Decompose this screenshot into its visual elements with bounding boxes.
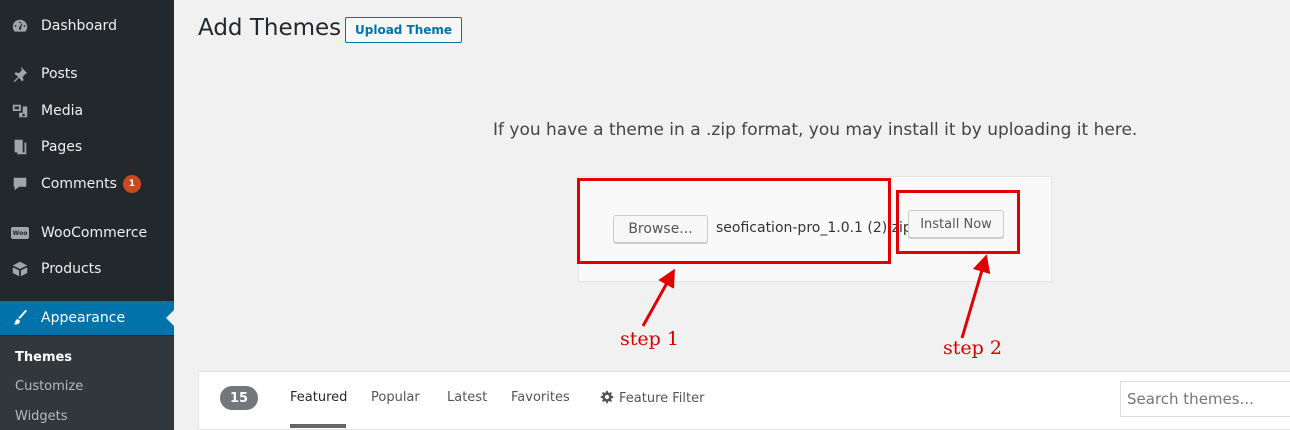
admin-sidebar: Dashboard Posts Media Pages Comments 1 W…	[0, 0, 174, 430]
current-tab-indicator	[290, 424, 346, 428]
upload-description: If you have a theme in a .zip format, yo…	[493, 120, 1138, 140]
tab-popular[interactable]: Popular	[371, 390, 420, 405]
dashboard-icon	[11, 17, 29, 35]
sidebar-item-label: WooCommerce	[41, 225, 148, 241]
media-icon	[11, 102, 29, 120]
sidebar-item-media[interactable]: Media	[0, 94, 174, 128]
paintbrush-icon	[11, 309, 29, 327]
step2-label: step 2	[943, 337, 1002, 359]
tab-favorites[interactable]: Favorites	[511, 390, 570, 405]
sidebar-item-label: Dashboard	[41, 18, 117, 34]
gear-icon	[600, 390, 614, 408]
appearance-submenu: Themes Customize Widgets	[0, 336, 174, 430]
step1-highlight-box	[577, 178, 891, 264]
feature-filter-button[interactable]: Feature Filter	[600, 390, 704, 408]
woocommerce-icon: Woo	[11, 224, 29, 242]
tab-latest[interactable]: Latest	[447, 390, 487, 405]
sidebar-item-appearance[interactable]: Appearance	[0, 301, 174, 335]
pages-icon	[11, 138, 29, 156]
submenu-item-customize[interactable]: Customize	[15, 379, 83, 394]
feature-filter-label: Feature Filter	[619, 391, 705, 406]
sidebar-item-products[interactable]: Products	[0, 252, 174, 286]
sidebar-item-label: Appearance	[41, 310, 126, 326]
sidebar-item-posts[interactable]: Posts	[0, 57, 174, 91]
sidebar-item-pages[interactable]: Pages	[0, 130, 174, 164]
sidebar-item-label: Media	[41, 103, 84, 119]
search-themes-input[interactable]	[1120, 381, 1290, 417]
sidebar-item-label: Comments	[41, 176, 117, 192]
page-title: Add Themes	[198, 15, 342, 41]
sidebar-item-dashboard[interactable]: Dashboard	[0, 9, 174, 43]
sidebar-item-label: Pages	[41, 139, 83, 155]
theme-count-badge: 15	[220, 386, 258, 410]
submenu-item-themes[interactable]: Themes	[15, 350, 72, 365]
tab-featured[interactable]: Featured	[290, 390, 347, 405]
step1-label: step 1	[620, 328, 679, 350]
pin-icon	[11, 65, 29, 83]
upload-theme-button[interactable]: Upload Theme	[345, 17, 463, 43]
comment-count-badge: 1	[122, 175, 141, 193]
sidebar-item-label: Posts	[41, 66, 78, 82]
comment-icon	[11, 175, 29, 193]
sidebar-item-woocommerce[interactable]: Woo WooCommerce	[0, 216, 174, 250]
step2-highlight-box	[896, 190, 1020, 254]
submenu-item-widgets[interactable]: Widgets	[15, 409, 68, 424]
sidebar-item-label: Products	[41, 261, 102, 277]
products-icon	[11, 260, 29, 278]
sidebar-item-comments[interactable]: Comments 1	[0, 167, 174, 201]
